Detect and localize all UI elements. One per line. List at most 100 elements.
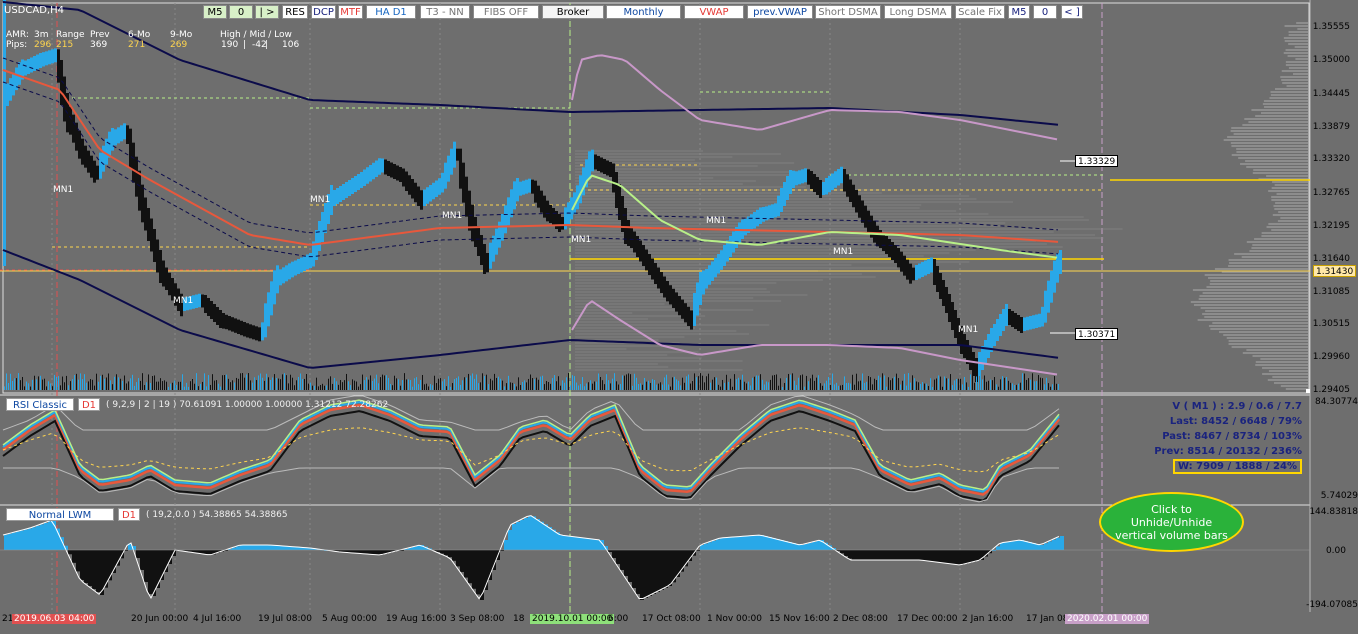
lwm-bar [628, 550, 632, 582]
volume-bar [586, 383, 587, 390]
profile-shade [575, 204, 921, 206]
price-bar [198, 294, 201, 308]
monthly-upper-band [572, 55, 1057, 139]
lwm-bar [268, 545, 272, 550]
volume-bar [894, 377, 895, 390]
price-bar [411, 179, 414, 199]
toolbar-button-5[interactable]: MTF [338, 5, 363, 19]
lwm-bar [1012, 541, 1016, 550]
volume-bar [312, 386, 313, 390]
volume-bar [182, 374, 183, 390]
price-bar [414, 183, 417, 203]
toolbar-button-17[interactable]: 0 [1033, 5, 1057, 19]
volume-bar [630, 374, 631, 390]
price-bar [435, 181, 438, 198]
price-bar [789, 170, 792, 194]
volume-bar [420, 380, 421, 390]
toolbar-button-2[interactable]: | > [255, 5, 279, 19]
volume-bar [778, 386, 779, 390]
toolbar-button-15[interactable]: Scale Fix [955, 5, 1005, 19]
price-bar [390, 163, 393, 178]
toolbar-button-8[interactable]: FIBS OFF [473, 5, 539, 19]
profile-shade [575, 180, 756, 182]
volume-bar [742, 375, 743, 390]
lwm-bar [924, 550, 928, 561]
lwm-bar [540, 522, 544, 550]
toolbar-button-18[interactable]: < ] [1061, 5, 1083, 19]
toolbar-button-1[interactable]: 0 [229, 5, 253, 19]
volume-profile-bar [1282, 70, 1308, 72]
volume-bar [722, 380, 723, 390]
volume-stats-last: Last: 8452 / 6648 / 79% [1170, 416, 1302, 427]
toolbar-button-6[interactable]: HA D1 [366, 5, 416, 19]
volume-profile-bar [1208, 277, 1308, 279]
volume-profile-bar [1274, 208, 1308, 210]
toolbar-button-3[interactable]: RES [282, 5, 308, 19]
volume-bar [460, 385, 461, 390]
volume-profile-bar [1268, 190, 1308, 192]
volume-profile-bar [1260, 358, 1308, 360]
volume-bar [796, 385, 797, 390]
volume-profile-bar [1261, 112, 1308, 114]
toolbar-button-13[interactable]: Short DSMA [815, 5, 881, 19]
profile-shade [575, 354, 667, 356]
price-bar [474, 217, 477, 247]
toolbar-button-14[interactable]: Long DSMA [884, 5, 952, 19]
volume-bar [556, 381, 557, 390]
toolbar-button-9[interactable]: Broker [542, 5, 604, 19]
volume-bar [124, 376, 125, 390]
toolbar-button-11[interactable]: VWAP [684, 5, 744, 19]
volume-bar [326, 385, 327, 390]
volume-bar [568, 373, 569, 390]
unhide-volume-callout[interactable]: Click to Unhide/Unhide vertical volume b… [1099, 492, 1244, 552]
volume-bar [950, 374, 951, 390]
lwm-bar [468, 550, 472, 583]
price-bar [717, 254, 720, 274]
price-bar [993, 324, 996, 346]
toolbar-button-7[interactable]: T3 - NN [420, 5, 470, 19]
volume-bar [750, 385, 751, 390]
price-bar [261, 322, 264, 340]
mn1-label: MN1 [571, 235, 591, 245]
volume-bar [148, 374, 149, 390]
volume-bar [604, 384, 605, 390]
volume-bar [614, 373, 615, 390]
volume-profile-bar [1262, 373, 1308, 375]
volume-profile-bar [1227, 337, 1308, 339]
rsi-timeframe-button[interactable]: D1 [78, 398, 100, 411]
price-bar [867, 211, 870, 233]
toolbar-button-10[interactable]: Monthly [606, 5, 681, 19]
volume-bar [506, 383, 507, 390]
volume-profile-bar [1263, 103, 1308, 105]
volume-bar [790, 375, 791, 390]
lwm-bar [576, 537, 580, 550]
lwm-timeframe-button[interactable]: D1 [118, 508, 140, 521]
price-bar [342, 184, 345, 200]
volume-bar [468, 374, 469, 390]
toolbar-button-4[interactable]: DCP [311, 5, 336, 19]
volume-bar [402, 380, 403, 390]
price-bar [780, 188, 783, 212]
lwm-bar [892, 550, 896, 560]
volume-bar [114, 377, 115, 390]
price-bar [477, 226, 480, 256]
volume-bar [272, 377, 273, 390]
toolbar-button-12[interactable]: prev.VWAP [747, 5, 813, 19]
volume-bar [408, 379, 409, 390]
current-price-box: 1.31430 [1313, 265, 1356, 277]
volume-bar [594, 382, 595, 390]
toolbar-button-16[interactable]: M5 [1008, 5, 1030, 19]
volume-bar [706, 376, 707, 390]
price-bar [45, 51, 48, 65]
volume-profile-bar [1285, 25, 1308, 27]
price-bar [195, 295, 198, 309]
toolbar-button-0[interactable]: M5 [203, 5, 227, 19]
rsi-indicator-button[interactable]: RSI Classic [6, 398, 74, 411]
volume-bar [956, 379, 957, 390]
volume-bar [1020, 383, 1021, 390]
volume-bar [58, 376, 59, 390]
lwm-bar [864, 550, 868, 560]
lwm-indicator-button[interactable]: Normal LWM [6, 508, 114, 521]
volume-bar [1026, 380, 1027, 390]
price-bar [795, 171, 798, 185]
